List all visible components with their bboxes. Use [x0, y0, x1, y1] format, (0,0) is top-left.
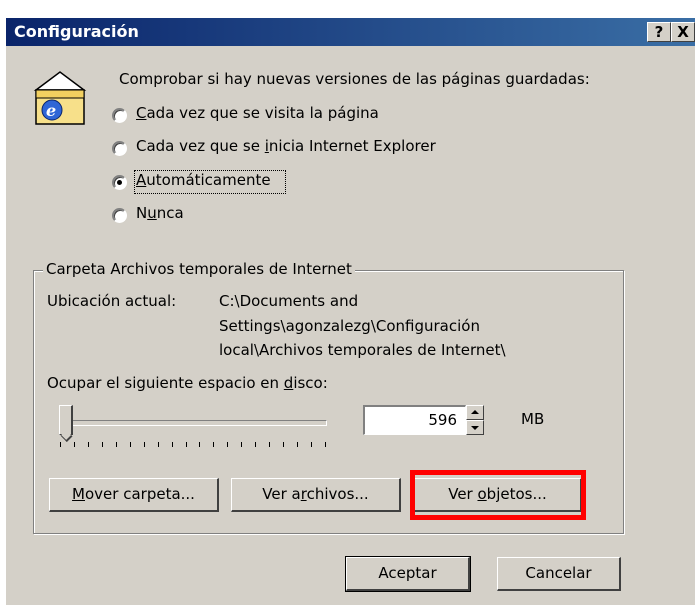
view-files-button[interactable]: Ver archivos...	[231, 478, 401, 512]
window-title: Configuración	[14, 22, 139, 41]
slider-tick	[60, 442, 61, 447]
radio-label-each-start[interactable]: Cada vez que se inicia Internet Explorer	[136, 137, 436, 155]
slider-tick	[144, 442, 145, 447]
slider-tick	[255, 442, 256, 447]
slider-tick	[158, 442, 159, 447]
location-line-1: C:\Documents and	[219, 292, 359, 310]
slider-tick	[116, 442, 117, 447]
slider-tick	[311, 442, 312, 447]
slider-tick	[88, 442, 89, 447]
slider-tick	[213, 442, 214, 447]
radio-label-each-visit[interactable]: Cada vez que se visita la página	[136, 104, 379, 122]
disk-space-slider-thumb[interactable]	[59, 405, 73, 435]
slider-tick	[74, 442, 75, 447]
top-background	[0, 0, 695, 18]
title-bar: Configuración ? X	[6, 18, 695, 46]
spin-up-icon	[471, 410, 479, 414]
slider-tick	[199, 442, 200, 447]
group-label: Carpeta Archivos temporales de Internet	[43, 260, 355, 278]
help-button[interactable]: ?	[647, 22, 671, 42]
radio-automatic[interactable]	[112, 175, 127, 190]
spin-down-icon	[471, 426, 479, 430]
slider-tick	[325, 442, 326, 447]
slider-ticks	[60, 442, 328, 448]
check-heading: Comprobar si hay nuevas versiones de las…	[119, 70, 590, 88]
close-button[interactable]: X	[671, 22, 695, 42]
spin-down-button[interactable]	[466, 420, 484, 435]
disk-space-spinner	[466, 405, 484, 435]
radio-each-start[interactable]	[112, 141, 127, 156]
folder-ie-icon: e	[33, 71, 87, 125]
radio-never[interactable]	[112, 208, 127, 223]
slider-tick	[269, 442, 270, 447]
red-highlight-box	[410, 470, 586, 520]
disk-space-input[interactable]: 596	[363, 405, 466, 435]
slider-tick	[130, 442, 131, 447]
ok-button[interactable]: Aceptar	[345, 556, 471, 592]
disk-space-slider-track[interactable]	[60, 420, 327, 426]
location-line-2: Settings\agonzalezg\Configuración	[219, 317, 480, 335]
slider-tick	[241, 442, 242, 447]
disk-space-label: Ocupar el siguiente espacio en disco:	[47, 374, 328, 392]
location-label: Ubicación actual:	[47, 292, 177, 310]
focus-rectangle	[134, 170, 286, 194]
cancel-button[interactable]: Cancelar	[497, 557, 621, 591]
spin-up-button[interactable]	[466, 405, 484, 420]
slider-tick	[283, 442, 284, 447]
svg-text:e: e	[46, 101, 56, 120]
slider-tick	[102, 442, 103, 447]
move-folder-button[interactable]: Mover carpeta...	[49, 478, 219, 512]
slider-tick	[186, 442, 187, 447]
location-line-3: local\Archivos temporales de Internet\	[219, 341, 506, 359]
slider-tick	[227, 442, 228, 447]
radio-label-never[interactable]: Nunca	[136, 204, 184, 222]
slider-tick	[172, 442, 173, 447]
radio-each-visit[interactable]	[112, 108, 127, 123]
unit-label: MB	[521, 410, 545, 428]
slider-tick	[297, 442, 298, 447]
